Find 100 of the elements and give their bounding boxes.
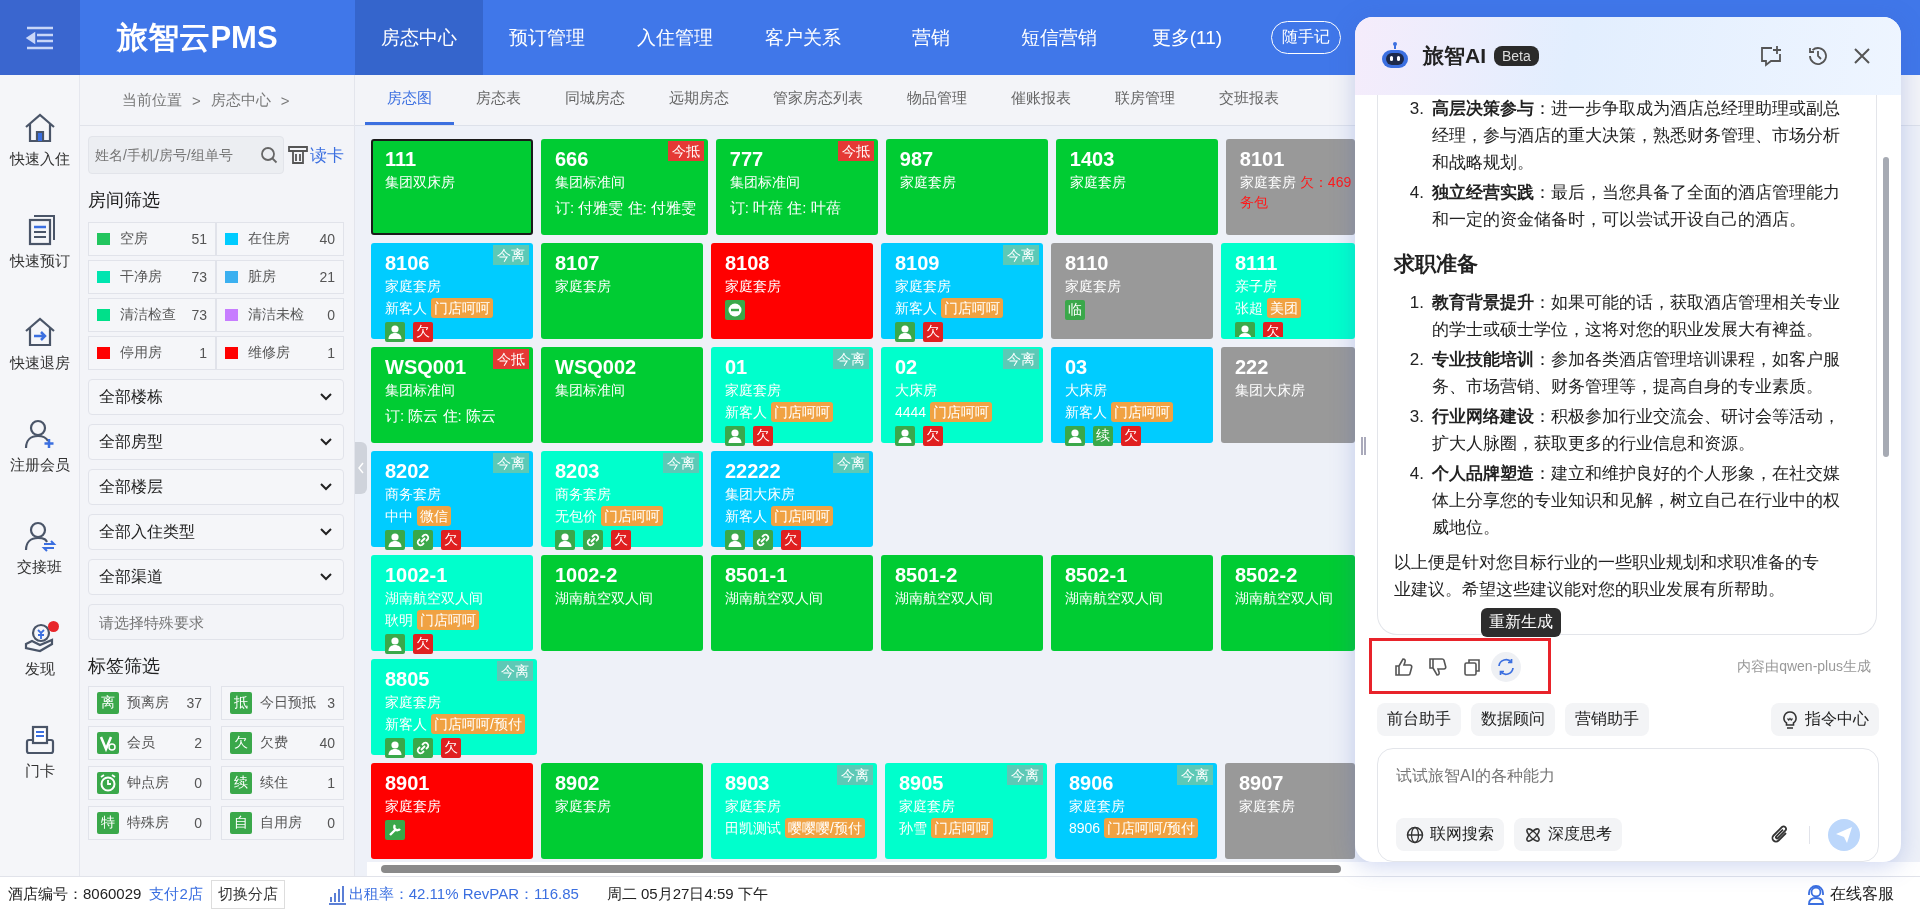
nav-tab[interactable]: 营销 xyxy=(867,0,995,75)
tag-filter[interactable]: 钟点房 0 xyxy=(88,766,211,800)
room-card[interactable]: 8108 家庭套房 xyxy=(711,243,873,339)
room-status-filter[interactable]: 清洁未检 0 xyxy=(216,298,344,332)
tag-filter[interactable]: 续 续住 1 xyxy=(221,766,344,800)
view-tab[interactable]: 远期房态 xyxy=(647,75,751,125)
view-tab[interactable]: 房态图 xyxy=(365,75,454,125)
nav-tab[interactable]: 短信营销 xyxy=(995,0,1123,75)
room-card[interactable]: 8203 今离 商务套房 无包价 门店呵呵 欠 xyxy=(541,451,703,547)
room-type: 家庭套房 xyxy=(385,797,441,816)
link-icon xyxy=(413,738,433,758)
filter-label: 钟点房 xyxy=(127,774,170,792)
branch-link[interactable]: 支付2店 xyxy=(149,885,203,904)
quick-action-button[interactable]: 注册会员 xyxy=(0,395,79,497)
quick-action-button[interactable]: 快速预订 xyxy=(0,191,79,293)
deep-think-button[interactable]: 深度思考 xyxy=(1514,818,1622,851)
quick-action-button[interactable]: 发现 xyxy=(0,599,79,701)
nav-tab[interactable]: 更多(11) xyxy=(1123,0,1251,75)
room-number: 8106 xyxy=(385,251,430,275)
room-card[interactable]: 8901 家庭套房 xyxy=(371,763,533,859)
regenerate-button[interactable] xyxy=(1491,652,1521,682)
menu-toggle-button[interactable] xyxy=(0,0,80,75)
horizontal-scrollbar[interactable] xyxy=(367,862,1920,876)
room-type: 家庭套房 xyxy=(1238,797,1295,816)
room-card[interactable]: 8111 亲子房 张超 美团 欠 xyxy=(1221,243,1355,339)
room-card[interactable]: 8110 家庭套房 临 xyxy=(1051,243,1213,339)
room-status-filter[interactable]: 在住房 40 xyxy=(216,222,344,256)
guest-icon xyxy=(1235,322,1255,337)
assistant-chip[interactable]: 数据顾问 xyxy=(1471,703,1555,736)
room-status-filter[interactable]: 脏房 21 xyxy=(216,260,344,294)
nav-tab[interactable]: 入住管理 xyxy=(611,0,739,75)
tag-filter[interactable]: 离 预离房 37 xyxy=(88,686,211,720)
room-badge: 临 xyxy=(1065,300,1085,320)
room-card[interactable]: 03 大床房 新客人 门店呵呵 续 欠 xyxy=(1051,347,1213,443)
command-center-button[interactable]: 指令中心 xyxy=(1771,703,1879,736)
send-icon xyxy=(1835,825,1853,844)
room-card[interactable]: 777 今抵 集团标准间 订: 叶蓓 住: 叶蓓 xyxy=(715,139,878,235)
dropdown-select[interactable]: 全部楼栋 xyxy=(88,379,344,415)
history-icon[interactable] xyxy=(1807,45,1829,67)
web-search-button[interactable]: 联网搜索 xyxy=(1396,818,1504,851)
room-card[interactable]: 8907 家庭套房 xyxy=(1224,763,1355,859)
tag-filter[interactable]: 会员 2 xyxy=(88,726,211,760)
room-status-filter[interactable]: 清洁检查 73 xyxy=(88,298,216,332)
resize-handle[interactable] xyxy=(1361,437,1366,455)
tag-filter[interactable]: 抵 今日预抵 3 xyxy=(221,686,344,720)
assistant-chip[interactable]: 前台助手 xyxy=(1377,703,1461,736)
new-chat-icon[interactable] xyxy=(1759,45,1783,67)
online-support-button[interactable]: 在线客服 xyxy=(1806,884,1894,905)
room-card[interactable]: 22222 今离 集团大床房 新客人 门店呵呵 欠 xyxy=(711,451,873,547)
room-tag: 今离 xyxy=(1006,765,1043,785)
quick-action-button[interactable]: 快速退房 xyxy=(0,293,79,395)
room-card[interactable]: 8202 今离 商务套房 中中 微信 欠 xyxy=(371,451,533,547)
room-card[interactable]: 8805 今离 家庭套房 新客人 门店呵呵/预付 欠 xyxy=(371,659,537,755)
guest-name: 耿明 xyxy=(385,611,413,630)
nav-tab[interactable]: 房态中心 xyxy=(355,0,483,75)
view-tab[interactable]: 同城房态 xyxy=(543,75,647,125)
nav-tab[interactable]: 预订管理 xyxy=(483,0,611,75)
dropdown-select[interactable]: 全部房型 xyxy=(88,424,344,460)
room-status-filter[interactable]: 干净房 73 xyxy=(88,260,216,294)
dropdown-select[interactable]: 全部楼层 xyxy=(88,469,344,505)
room-card[interactable]: 8106 今离 家庭套房 新客人 门店呵呵 欠 xyxy=(371,243,533,339)
quick-action-button[interactable]: 快速入住 xyxy=(0,89,79,191)
room-card[interactable]: 8101 家庭套房 欠：469 务包 xyxy=(1225,139,1355,235)
view-tab[interactable]: 物品管理 xyxy=(885,75,989,125)
tag-filter[interactable]: 自 自用房 0 xyxy=(221,806,344,840)
room-card[interactable]: 666 今抵 集团标准间 订: 付雅雯 住: 付雅雯 xyxy=(541,139,708,235)
filter-count: 51 xyxy=(191,231,207,247)
dropdown-select[interactable]: 全部渠道 xyxy=(88,559,344,595)
close-icon[interactable] xyxy=(1853,47,1871,65)
room-card[interactable]: 01 今离 家庭套房 新客人 门店呵呵 欠 xyxy=(711,347,873,443)
quick-action-button[interactable]: 交接班 xyxy=(0,497,79,599)
nav-tab[interactable]: 客户关系 xyxy=(739,0,867,75)
message-input-field[interactable]: 试试旅智AI的各种能力 xyxy=(1396,761,1860,791)
switch-branch-button[interactable]: 切换分店 xyxy=(210,880,285,909)
room-card[interactable]: 1002-1 湖南航空双人间 耿明 门店呵呵 欠 xyxy=(371,555,533,651)
quick-action-button[interactable]: 门卡 xyxy=(0,701,79,803)
vertical-scrollbar[interactable] xyxy=(1883,157,1889,457)
room-type: 家庭套房 xyxy=(1069,173,1126,192)
collapse-handle[interactable] xyxy=(355,442,367,494)
guest-icon xyxy=(385,322,405,342)
tag-filter[interactable]: 欠 欠费 40 xyxy=(221,726,344,760)
tag-filter[interactable]: 特 特殊房 0 xyxy=(88,806,211,840)
room-card[interactable]: WSQ001 今抵 集团标准间 订: 陈云 住: 陈云 xyxy=(371,347,533,443)
assistant-chip[interactable]: 营销助手 xyxy=(1565,703,1649,736)
room-status-filter[interactable]: 空房 51 xyxy=(88,222,216,256)
room-card[interactable]: 222 集团大床房 xyxy=(1221,347,1355,443)
search-field[interactable]: 姓名/手机/房号/组单号 xyxy=(88,136,284,174)
view-tab[interactable]: 联房管理 xyxy=(1093,75,1197,125)
room-status-filter[interactable]: 维修房 1 xyxy=(216,336,344,370)
breadcrumb-item[interactable]: 房态中心 xyxy=(210,90,271,110)
card-reader-button[interactable]: 读卡 xyxy=(288,143,344,167)
dropdown-select[interactable]: 全部入住类型 xyxy=(88,514,344,550)
room-status-filter[interactable]: 停用房 1 xyxy=(88,336,216,370)
special-request-field[interactable]: 请选择特殊要求 xyxy=(88,604,344,640)
view-tab[interactable]: 催账报表 xyxy=(989,75,1093,125)
view-tab[interactable]: 交班报表 xyxy=(1197,75,1301,125)
view-tab[interactable]: 房态表 xyxy=(454,75,543,125)
room-card[interactable]: 02 今离 大床房 4444 门店呵呵 欠 xyxy=(881,347,1043,443)
room-card[interactable]: 8109 今离 家庭套房 新客人 门店呵呵 欠 xyxy=(881,243,1043,339)
view-tab[interactable]: 管家房态列表 xyxy=(751,75,885,125)
